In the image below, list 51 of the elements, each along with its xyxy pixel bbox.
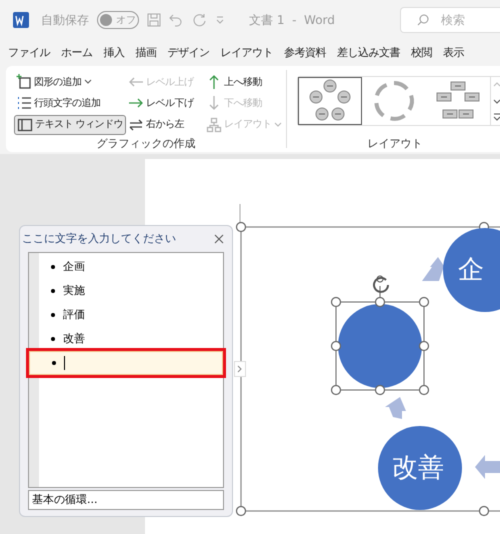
layout-description[interactable]: 基本の循環... xyxy=(28,490,224,510)
group-title: グラフィックの作成 xyxy=(96,136,196,152)
ribbon-button[interactable]: 図形の追加 xyxy=(14,72,94,92)
text-cursor xyxy=(64,356,65,370)
menu-tab[interactable]: デザイン xyxy=(168,44,210,62)
menu-tab[interactable]: 描画 xyxy=(136,44,156,62)
menu-tab[interactable]: レイアウト xyxy=(220,44,273,62)
word-logo-icon[interactable] xyxy=(13,12,29,28)
circle-node[interactable] xyxy=(378,426,462,510)
search-icon xyxy=(417,14,429,26)
group-title: レイアウト xyxy=(368,136,422,152)
ribbon-button[interactable]: 右から左 xyxy=(126,114,186,135)
menu-tab[interactable]: ホーム xyxy=(61,44,92,62)
text-list[interactable]: 企画 実施 評価 改善 xyxy=(28,252,224,488)
item-text: 改善 xyxy=(63,330,85,347)
hierarchy-icon xyxy=(206,116,222,133)
text-pane-title: ここに文字を入力してください xyxy=(22,230,176,247)
item-text: 実施 xyxy=(63,282,85,299)
bullet-item[interactable]: 実施 xyxy=(39,279,223,303)
close-icon[interactable] xyxy=(214,234,224,244)
ribbon-button[interactable]: レベル下げ xyxy=(126,93,196,114)
node-label: 改善 xyxy=(392,455,444,481)
pane-toggle-button[interactable] xyxy=(234,361,246,377)
swap-arrows-icon xyxy=(128,116,144,133)
bullet-list-icon xyxy=(16,95,32,112)
autosave-label: 自動保存 xyxy=(41,12,89,29)
ribbon-button[interactable]: 行頭文字の追加 xyxy=(14,93,102,114)
ribbon-button[interactable]: テキスト ウィンドウ xyxy=(14,114,126,135)
text-pane-icon xyxy=(17,116,33,133)
ribbon-button[interactable]: 上へ移動 xyxy=(204,72,264,92)
item-text: 企画 xyxy=(63,258,85,275)
cycle-arrow xyxy=(385,397,406,419)
selected-circle-node[interactable] xyxy=(330,276,430,396)
bullet-item[interactable]: 評価 xyxy=(39,303,223,327)
document-title: 文書 1 - Word xyxy=(249,12,335,29)
layout-option[interactable] xyxy=(298,77,362,125)
menu-tab[interactable]: 挿入 xyxy=(104,44,124,62)
menu-tab[interactable]: 差し込み文書 xyxy=(337,44,400,62)
menu-tab[interactable]: 表示 xyxy=(443,44,464,62)
bullet-item[interactable]: 企画 xyxy=(39,255,223,279)
menu-tab[interactable]: 参考資料 xyxy=(284,44,326,62)
chevron-right-icon xyxy=(237,365,243,373)
add-shape-icon xyxy=(16,74,32,90)
node-label: 企 xyxy=(458,257,484,283)
cycle-arrow xyxy=(475,455,500,479)
bullet-item[interactable]: 改善 xyxy=(39,327,223,351)
menu-tab[interactable]: 校閲 xyxy=(411,44,432,62)
diagram-frame[interactable] xyxy=(236,222,500,516)
item-text: 評価 xyxy=(63,306,85,323)
menu-tab[interactable]: ファイル xyxy=(8,44,50,62)
cycle-arrow xyxy=(422,257,446,281)
